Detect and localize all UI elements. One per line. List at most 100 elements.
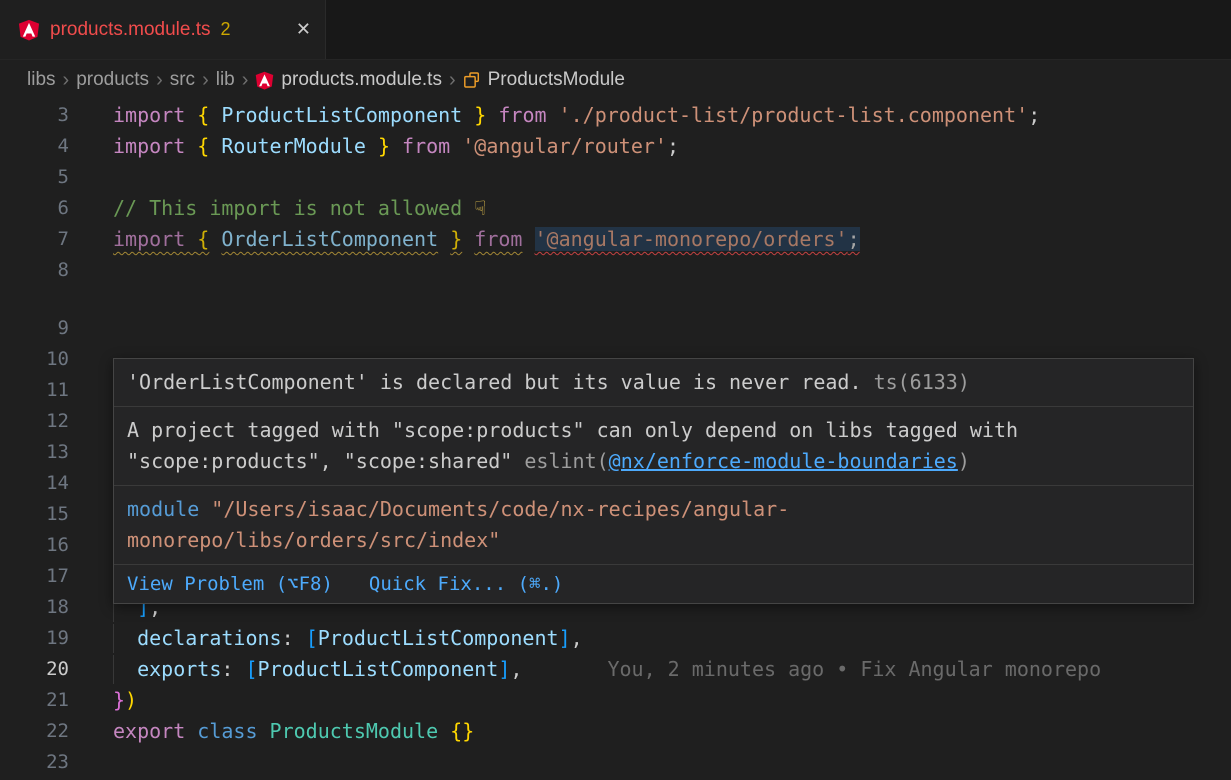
code-line-9[interactable]: 9 (0, 313, 1231, 344)
angular-icon (255, 71, 274, 90)
code-token: ] (559, 626, 571, 650)
breadcrumb-item-lib[interactable]: lib (216, 69, 235, 91)
code-token: ; (667, 134, 679, 158)
line-number[interactable]: 10 (0, 344, 90, 375)
code-line-19[interactable]: 19 declarations: [ProductListComponent], (0, 623, 1231, 654)
code-line-3[interactable]: 3import { ProductListComponent } from '.… (0, 100, 1231, 131)
code-line-21[interactable]: 21}) (0, 685, 1231, 716)
code-line-20[interactable]: 20 exports: [ProductListComponent],You, … (0, 654, 1231, 685)
code-token (209, 227, 221, 251)
breadcrumb-item-src[interactable]: src (170, 69, 195, 91)
code-line-5[interactable]: 5 (0, 162, 1231, 193)
breadcrumb-item-libs[interactable]: libs (27, 69, 56, 91)
code-token: import (113, 134, 197, 158)
line-number[interactable]: 12 (0, 406, 90, 437)
code-token: './product-list/product-list.component' (559, 103, 1029, 127)
code-token: export (113, 719, 197, 743)
line-number[interactable]: 11 (0, 375, 90, 406)
diagnostic-hover-popup: 'OrderListComponent' is declared but its… (113, 358, 1194, 604)
code-content (90, 162, 1231, 193)
tab-products-module-ts[interactable]: products.module.ts 2 ✕ (0, 0, 326, 59)
line-number[interactable]: 19 (0, 623, 90, 654)
vscode-window: products.module.ts 2 ✕ libs › products ›… (0, 0, 1231, 780)
line-number[interactable]: 5 (0, 162, 90, 193)
hover-rows: 'OrderListComponent' is declared but its… (114, 359, 1193, 565)
code-token (199, 497, 211, 521)
code-token: import (113, 227, 197, 251)
line-number[interactable]: 13 (0, 437, 90, 468)
code-content (90, 313, 1231, 344)
code-token: '@angular/router' (462, 134, 667, 158)
chevron-right-icon: › (242, 70, 249, 90)
line-number[interactable]: 15 (0, 499, 90, 530)
line-number[interactable]: 16 (0, 530, 90, 561)
code-token (366, 134, 378, 158)
code-token: '@angular-monorepo/orders' (535, 227, 848, 251)
line-number[interactable]: 7 (0, 224, 90, 255)
line-number[interactable]: 21 (0, 685, 90, 716)
hover-overlay-gap (0, 286, 1231, 313)
line-number[interactable]: 8 (0, 255, 90, 286)
code-token: } (450, 227, 462, 251)
code-token (486, 103, 498, 127)
code-line-4[interactable]: 4import { RouterModule } from '@angular/… (0, 131, 1231, 162)
code-token: module (127, 497, 199, 521)
code-token: ProductsModule (270, 719, 439, 743)
line-number[interactable]: 6 (0, 193, 90, 224)
code-line-7[interactable]: 7import { OrderListComponent } from '@an… (0, 224, 1231, 255)
code-token: ProductListComponent (258, 657, 499, 681)
code-token (438, 227, 450, 251)
git-blame-annotation: You, 2 minutes ago • Fix Angular monorep… (607, 657, 1101, 681)
code-content: exports: [ProductListComponent],You, 2 m… (90, 654, 1231, 685)
line-number[interactable]: 18 (0, 592, 90, 623)
line-number[interactable]: 4 (0, 131, 90, 162)
code-token: "/Users/isaac/Documents/code/nx-recipes/… (127, 497, 789, 552)
code-token: ) (125, 688, 137, 712)
code-line-8[interactable]: 8 (0, 255, 1231, 286)
code-token (450, 134, 462, 158)
code-content: declarations: [ProductListComponent], (90, 623, 1231, 654)
code-token: ☟ (474, 196, 486, 220)
code-token: : (282, 626, 306, 650)
view-problem-link[interactable]: View Problem (⌥F8) (127, 569, 333, 600)
class-symbol-icon (463, 71, 481, 89)
code-token: OrderListComponent (221, 227, 438, 251)
code-token: exports (137, 657, 221, 681)
line-number[interactable]: 23 (0, 747, 90, 778)
code-line-6[interactable]: 6// This import is not allowed ☟ (0, 193, 1231, 224)
tab-title: products.module.ts (50, 19, 211, 41)
eslint-rule-link[interactable]: @nx/enforce-module-boundaries (609, 449, 958, 473)
code-token: from (498, 103, 546, 127)
line-number[interactable]: 22 (0, 716, 90, 747)
line-number[interactable]: 14 (0, 468, 90, 499)
code-content: import { RouterModule } from '@angular/r… (90, 131, 1231, 162)
code-token: { (197, 103, 209, 127)
close-icon[interactable]: ✕ (296, 19, 311, 40)
code-line-23[interactable]: 23 (0, 747, 1231, 778)
code-token (390, 134, 402, 158)
code-editor: 3 import { ProductListComponent } from '.… (0, 100, 1231, 778)
breadcrumb-item-symbol[interactable]: ProductsModule (488, 69, 625, 91)
hover-message-text: A project tagged with "scope:products" c… (127, 415, 1180, 477)
code-token: , (571, 626, 583, 650)
line-number[interactable]: 20 (0, 654, 90, 685)
code-token: ; (1028, 103, 1040, 127)
breadcrumb-item-products[interactable]: products (76, 69, 149, 91)
hover-message: 'OrderListComponent' is declared but its… (114, 359, 1193, 407)
code-token: { (197, 227, 209, 251)
line-number[interactable]: 9 (0, 313, 90, 344)
line-number[interactable]: 3 (0, 100, 90, 131)
indent-guide (113, 624, 114, 653)
code-content (90, 747, 1231, 778)
code-token (113, 657, 137, 681)
code-token (209, 103, 221, 127)
editor-tab-bar: products.module.ts 2 ✕ (0, 0, 1231, 60)
breadcrumb-item-file[interactable]: products.module.ts (281, 69, 442, 91)
code-line-22[interactable]: 22export class ProductsModule {} (0, 716, 1231, 747)
chevron-right-icon: › (449, 70, 456, 90)
code-token (462, 103, 474, 127)
code-token: RouterModule (221, 134, 366, 158)
code-token: } (113, 688, 125, 712)
quick-fix-link[interactable]: Quick Fix... (⌘.) (369, 569, 563, 600)
line-number[interactable]: 17 (0, 561, 90, 592)
